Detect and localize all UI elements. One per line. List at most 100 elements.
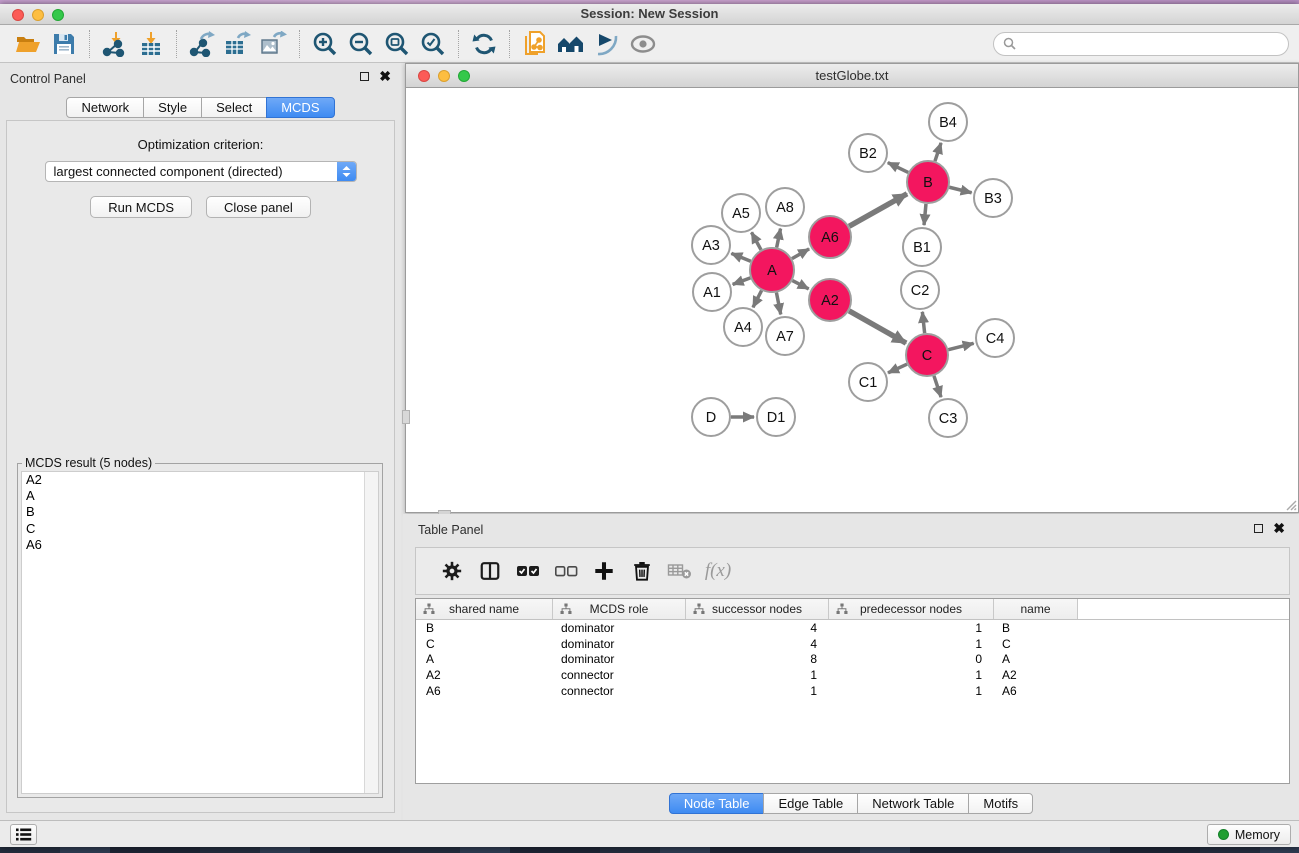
graph-node-A[interactable]: A bbox=[750, 248, 794, 292]
graph-node-A3[interactable]: A3 bbox=[692, 226, 730, 264]
graph-node-C4[interactable]: C4 bbox=[976, 319, 1014, 357]
close-panel-button[interactable]: Close panel bbox=[206, 196, 311, 218]
mcds-result-item[interactable]: A bbox=[22, 488, 364, 504]
mcds-result-item[interactable]: C bbox=[22, 521, 364, 537]
graph-edge-C-C2[interactable] bbox=[922, 312, 924, 333]
hide-details-icon[interactable] bbox=[589, 28, 625, 60]
graph-node-C3[interactable]: C3 bbox=[929, 399, 967, 437]
open-file-icon[interactable] bbox=[10, 28, 46, 60]
column-header-name[interactable]: name bbox=[994, 599, 1078, 619]
graph-node-B3[interactable]: B3 bbox=[974, 179, 1012, 217]
graph-node-A4[interactable]: A4 bbox=[724, 308, 762, 346]
tab-mcds[interactable]: MCDS bbox=[266, 97, 334, 118]
float-table-panel-icon[interactable] bbox=[1254, 524, 1263, 533]
import-table-icon[interactable] bbox=[133, 28, 169, 60]
tab-select[interactable]: Select bbox=[201, 97, 267, 118]
graph-node-A7[interactable]: A7 bbox=[766, 317, 804, 355]
unselect-all-icon[interactable] bbox=[547, 554, 585, 588]
graph-node-C2[interactable]: C2 bbox=[901, 271, 939, 309]
tab-style[interactable]: Style bbox=[143, 97, 202, 118]
show-columns-icon[interactable] bbox=[471, 554, 509, 588]
graph-node-C[interactable]: C bbox=[906, 334, 948, 376]
table-row[interactable]: Bdominator41B bbox=[416, 620, 1289, 636]
graph-node-A6[interactable]: A6 bbox=[809, 216, 851, 258]
graph-edge-C-C3[interactable] bbox=[934, 376, 941, 397]
tab-network[interactable]: Network bbox=[66, 97, 144, 118]
graph-edge-A-A2[interactable] bbox=[792, 281, 808, 289]
graph-edge-A2-C[interactable] bbox=[849, 311, 906, 343]
settings-gear-icon[interactable] bbox=[433, 554, 471, 588]
graph-node-A1[interactable]: A1 bbox=[693, 273, 731, 311]
graph-edge-A6-B[interactable] bbox=[849, 194, 907, 226]
zoom-selected-icon[interactable] bbox=[415, 28, 451, 60]
memory-button[interactable]: Memory bbox=[1207, 824, 1291, 845]
graph-edge-A-A7[interactable] bbox=[776, 293, 780, 315]
table-row[interactable]: A2connector11A2 bbox=[416, 667, 1289, 683]
zoom-fit-icon[interactable] bbox=[379, 28, 415, 60]
table-row[interactable]: A6connector11A6 bbox=[416, 683, 1289, 699]
optimization-criterion-select[interactable]: largest connected component (directed) bbox=[45, 161, 357, 182]
graph-node-B4[interactable]: B4 bbox=[929, 103, 967, 141]
graph-node-B1[interactable]: B1 bbox=[903, 228, 941, 266]
graph-node-C1[interactable]: C1 bbox=[849, 363, 887, 401]
network-zoom-button[interactable] bbox=[458, 70, 470, 82]
float-panel-icon[interactable] bbox=[360, 72, 369, 81]
graph-edge-B-B4[interactable] bbox=[935, 143, 941, 161]
network-close-button[interactable] bbox=[418, 70, 430, 82]
new-network-icon[interactable] bbox=[517, 28, 553, 60]
column-header-shared-name[interactable]: shared name bbox=[416, 599, 553, 619]
search-field[interactable] bbox=[993, 32, 1289, 56]
graph-edge-A-A4[interactable] bbox=[753, 290, 762, 307]
result-scrollbar[interactable] bbox=[364, 472, 378, 793]
mcds-result-item[interactable]: A6 bbox=[22, 537, 364, 553]
mcds-result-item[interactable]: B bbox=[22, 504, 364, 520]
resize-grip-icon[interactable] bbox=[1283, 497, 1297, 511]
graph-edge-B-B3[interactable] bbox=[949, 187, 971, 192]
first-neighbors-icon[interactable] bbox=[553, 28, 589, 60]
export-table-icon[interactable] bbox=[220, 28, 256, 60]
show-details-icon[interactable] bbox=[625, 28, 661, 60]
add-column-icon[interactable] bbox=[585, 554, 623, 588]
delete-table-icon[interactable] bbox=[661, 554, 699, 588]
node-table[interactable]: shared nameMCDS rolesuccessor nodesprede… bbox=[415, 598, 1290, 784]
graph-edge-C-C1[interactable] bbox=[888, 364, 907, 373]
table-row[interactable]: Cdominator41C bbox=[416, 636, 1289, 652]
graph-edge-A-A3[interactable] bbox=[731, 253, 750, 261]
graph-edge-A-A8[interactable] bbox=[777, 229, 781, 248]
zoom-out-icon[interactable] bbox=[343, 28, 379, 60]
network-canvas[interactable]: B4 B2 B B3 A8A5 A6 B1 A3 A A1 C2 A2 A4A7 C4 C C1 C3 D D1 bbox=[406, 88, 1298, 512]
column-header-successor-nodes[interactable]: successor nodes bbox=[686, 599, 829, 619]
zoom-window-button[interactable] bbox=[52, 9, 64, 21]
minimize-window-button[interactable] bbox=[32, 9, 44, 21]
export-image-icon[interactable] bbox=[256, 28, 292, 60]
delete-column-icon[interactable] bbox=[623, 554, 661, 588]
zoom-in-icon[interactable] bbox=[307, 28, 343, 60]
graph-edge-B-B1[interactable] bbox=[924, 204, 926, 225]
tab-motifs[interactable]: Motifs bbox=[968, 793, 1033, 814]
graph-node-B2[interactable]: B2 bbox=[849, 134, 887, 172]
search-input[interactable] bbox=[1021, 36, 1279, 51]
refresh-icon[interactable] bbox=[466, 28, 502, 60]
save-session-icon[interactable] bbox=[46, 28, 82, 60]
graph-node-A2[interactable]: A2 bbox=[809, 279, 851, 321]
tab-node-table[interactable]: Node Table bbox=[669, 793, 765, 814]
export-network-icon[interactable] bbox=[184, 28, 220, 60]
graph-edge-A-A5[interactable] bbox=[752, 232, 762, 249]
column-header-predecessor-nodes[interactable]: predecessor nodes bbox=[829, 599, 994, 619]
graph-edge-A-A6[interactable] bbox=[792, 249, 809, 259]
mcds-result-item[interactable]: A2 bbox=[22, 472, 364, 488]
graph-node-D[interactable]: D bbox=[692, 398, 730, 436]
graph-node-D1[interactable]: D1 bbox=[757, 398, 795, 436]
graph-node-A8[interactable]: A8 bbox=[766, 188, 804, 226]
graph-node-A5[interactable]: A5 bbox=[722, 194, 760, 232]
column-header-MCDS-role[interactable]: MCDS role bbox=[553, 599, 686, 619]
graph-edge-A-A1[interactable] bbox=[733, 278, 751, 285]
network-minimize-button[interactable] bbox=[438, 70, 450, 82]
close-panel-icon[interactable]: ✖ bbox=[379, 72, 391, 81]
graph-edge-B-B2[interactable] bbox=[888, 163, 908, 173]
splitter-collapse-handle[interactable] bbox=[402, 410, 410, 424]
task-history-button[interactable] bbox=[10, 824, 37, 845]
run-mcds-button[interactable]: Run MCDS bbox=[90, 196, 192, 218]
tab-network-table[interactable]: Network Table bbox=[857, 793, 969, 814]
graph-node-B[interactable]: B bbox=[907, 161, 949, 203]
